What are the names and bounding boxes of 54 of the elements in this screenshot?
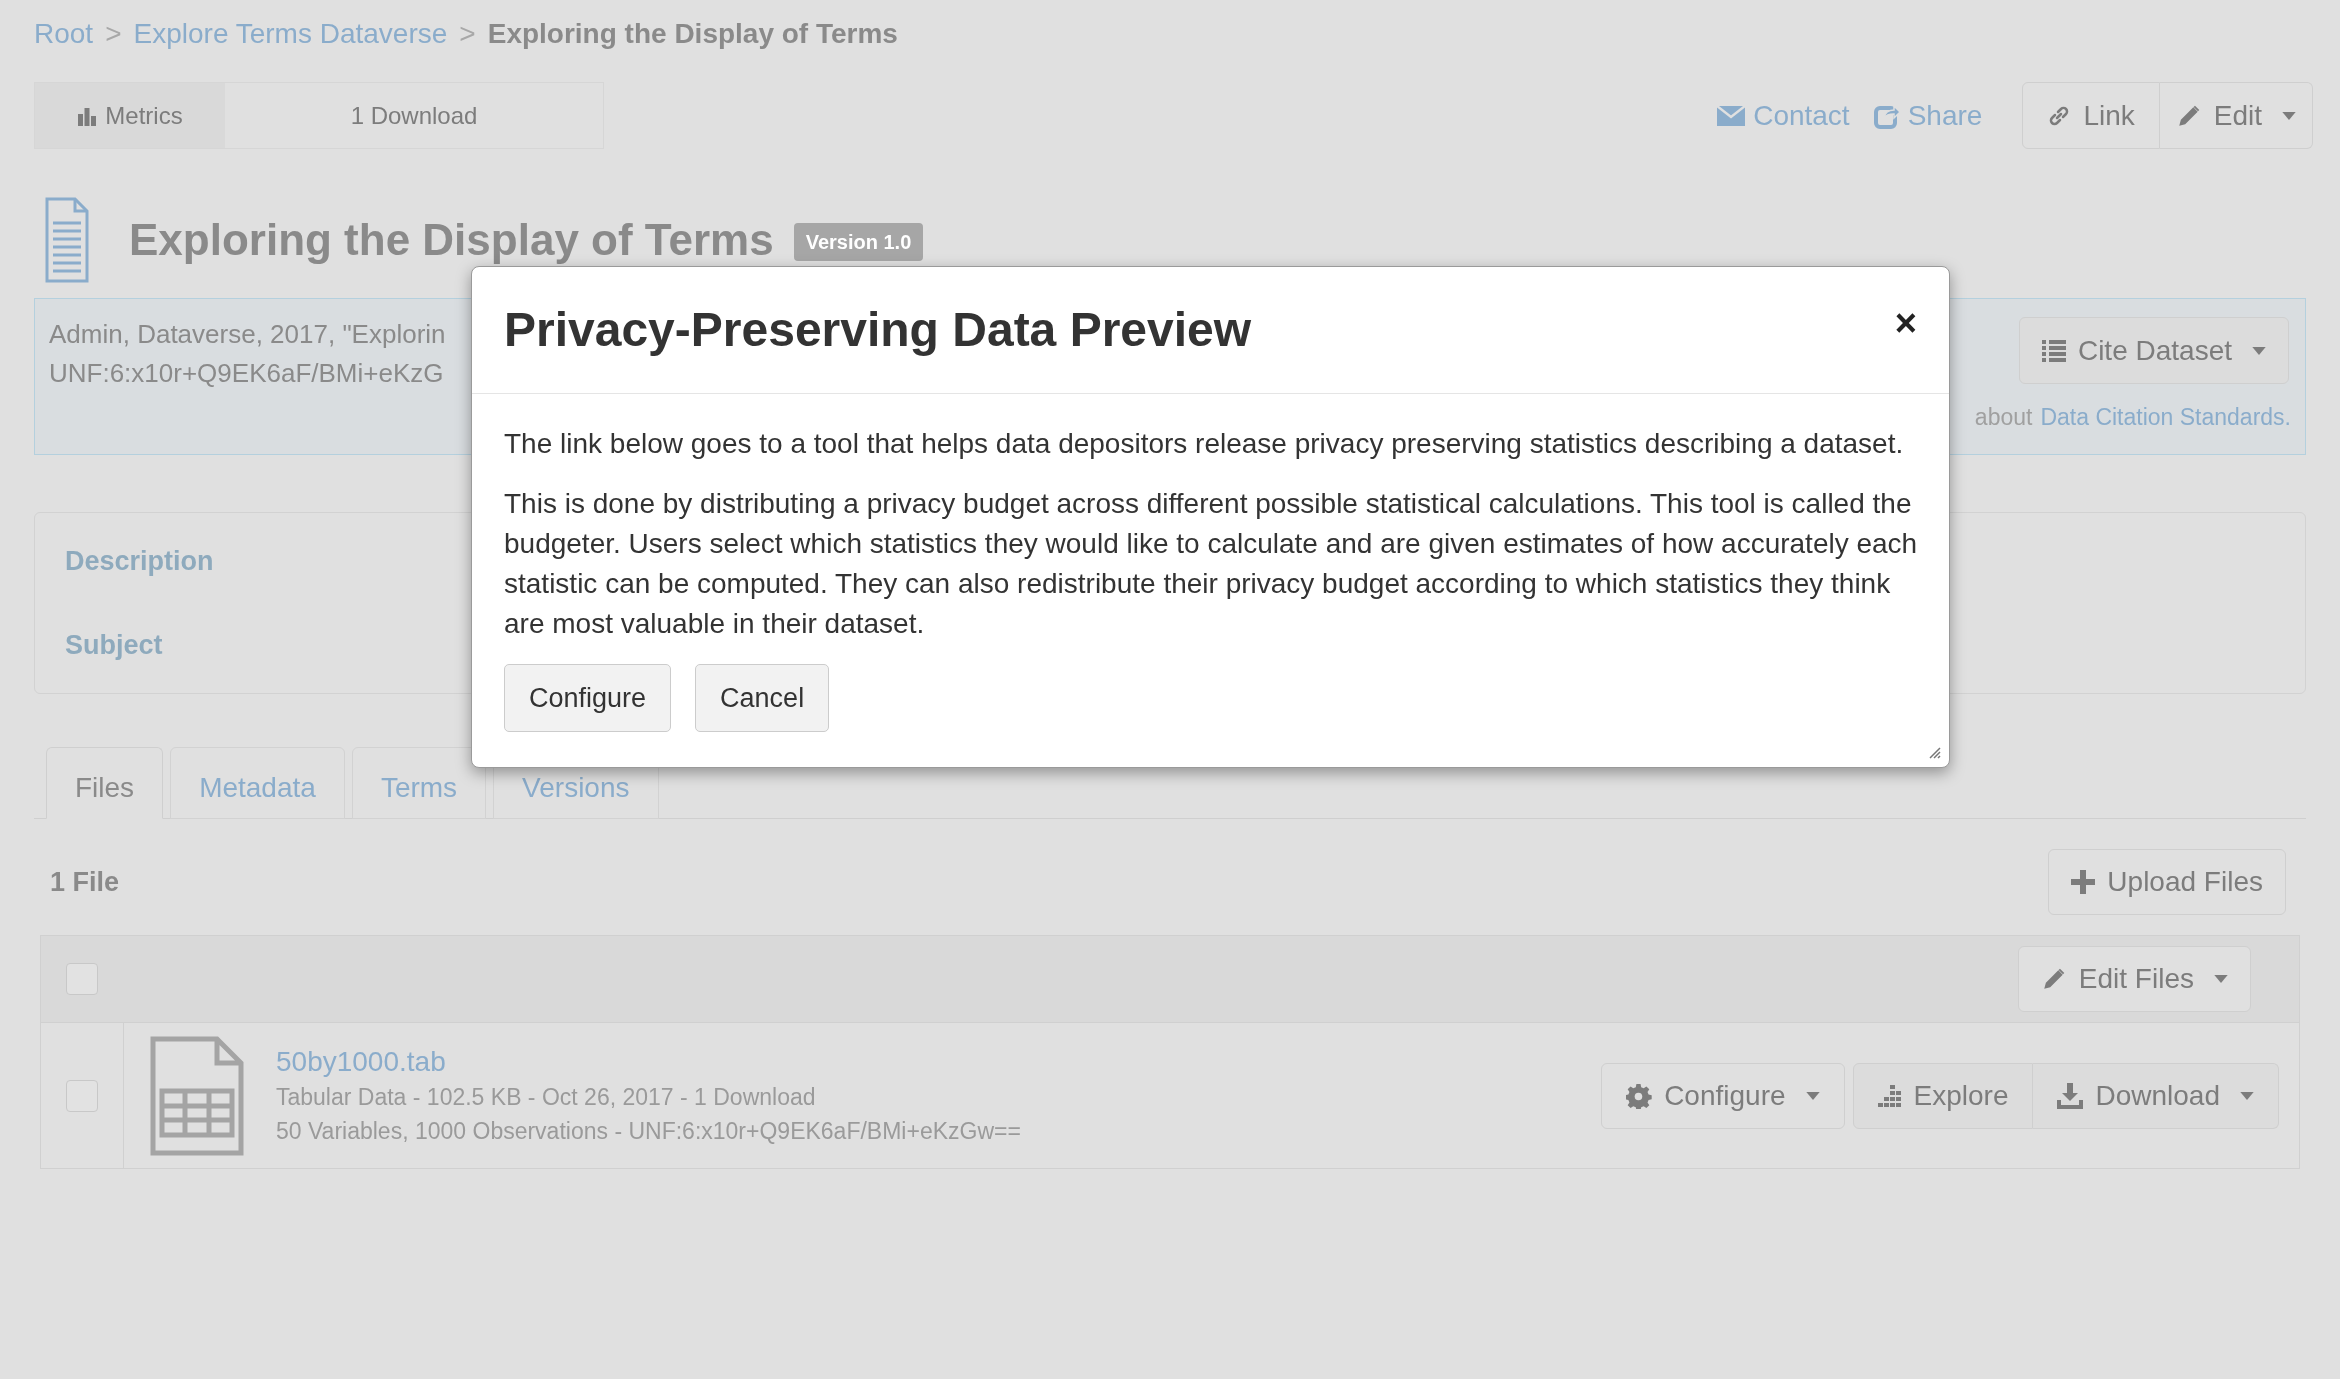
file-count: 1 File [50, 865, 120, 899]
link-button[interactable]: Link [2022, 82, 2160, 149]
dialog-paragraph: The link below goes to a tool that helps data depositors release privacy preserving statistics describing a dataset. [504, 427, 1905, 461]
envelope-icon [1717, 105, 1746, 126]
configure-dropdown-button[interactable]: Configure [1601, 1062, 1845, 1129]
tabular-file-icon [150, 1035, 244, 1156]
edit-files-button[interactable]: Edit Files [2017, 946, 2251, 1012]
caret-icon [2214, 975, 2228, 983]
bar-chart-icon [77, 105, 98, 126]
cite-dataset-button[interactable]: Cite Dataset [2018, 317, 2289, 384]
plus-icon [2071, 870, 2096, 894]
resize-grip-icon [1927, 745, 1941, 759]
file-name-link[interactable]: 50by1000.tab [276, 1043, 1602, 1080]
metrics-label: Metrics [105, 100, 183, 131]
dataset-title: Exploring the Display of Terms [129, 214, 774, 266]
breadcrumb-current: Exploring the Display of Terms [487, 17, 898, 51]
dialog-button[interactable]: Cancel [695, 664, 830, 732]
edit-dropdown-button[interactable]: Edit [2159, 82, 2313, 149]
citation-note: about [1974, 403, 2033, 432]
close-button[interactable]: × [1894, 304, 1917, 342]
file-details: 50 Variables, 1000 Observations - UNF:6:x10r+Q9EK6aF/BMi+eKzGw== [276, 1116, 1022, 1146]
dialog-paragraph: This is done by distributing a privacy budget across different possible statistical calculations. This tool is called the budgeter. Users select which statistics they would like to calculate and are given estimates of how accurately each statistic can be computed. They can also redistribute their privacy budget according to which statistics they think are most valuable in their dataset. [504, 487, 1919, 641]
tab[interactable]: Metadata [170, 747, 345, 819]
citation-text: Admin, Dataverse, 2017, "Explorin [49, 318, 446, 351]
file-meta: Tabular Data - 102.5 KB - Oct 26, 2017 - 1 Download [276, 1082, 817, 1112]
download-icon [2057, 1082, 2084, 1109]
download-dropdown-button[interactable]: Download [2033, 1062, 2279, 1129]
caret-icon [2282, 111, 2296, 120]
caret-icon [1805, 1091, 1820, 1100]
checkbox[interactable] [66, 963, 98, 995]
dialog-button[interactable]: Configure [504, 664, 672, 732]
document-icon [45, 197, 89, 283]
tab[interactable]: Files [46, 747, 164, 819]
citation-text: UNF:6:x10r+Q9EK6aF/BMi+eKzG [49, 357, 445, 390]
upload-files-button[interactable]: Upload Files [2048, 849, 2286, 915]
dialog-title: Privacy-Preserving Data Preview [504, 302, 1252, 358]
caret-icon [2240, 1091, 2254, 1100]
field-label: Subject [65, 629, 163, 662]
explore-button[interactable]: Explore [1852, 1062, 2034, 1129]
citation-standards-link[interactable]: Data Citation Standards. [2040, 400, 2291, 435]
version-badge: Version 1.0 [793, 223, 924, 261]
contact-link[interactable]: Contact [1717, 94, 1850, 137]
breadcrumb-link[interactable]: Explore Terms Dataverse [133, 13, 448, 55]
gear-icon [1626, 1082, 1653, 1109]
share-link[interactable]: Share [1873, 94, 1983, 137]
breadcrumb-separator: > [459, 17, 476, 51]
bars-icon [1877, 1084, 1902, 1107]
field-label: Description [65, 544, 214, 578]
checkbox[interactable] [66, 1079, 98, 1112]
breadcrumb-separator: > [105, 17, 122, 51]
breadcrumb-link[interactable]: Root [34, 13, 94, 55]
download-count: 1 Download [350, 100, 478, 131]
caret-icon [2252, 346, 2266, 355]
list-icon [2041, 339, 2066, 362]
